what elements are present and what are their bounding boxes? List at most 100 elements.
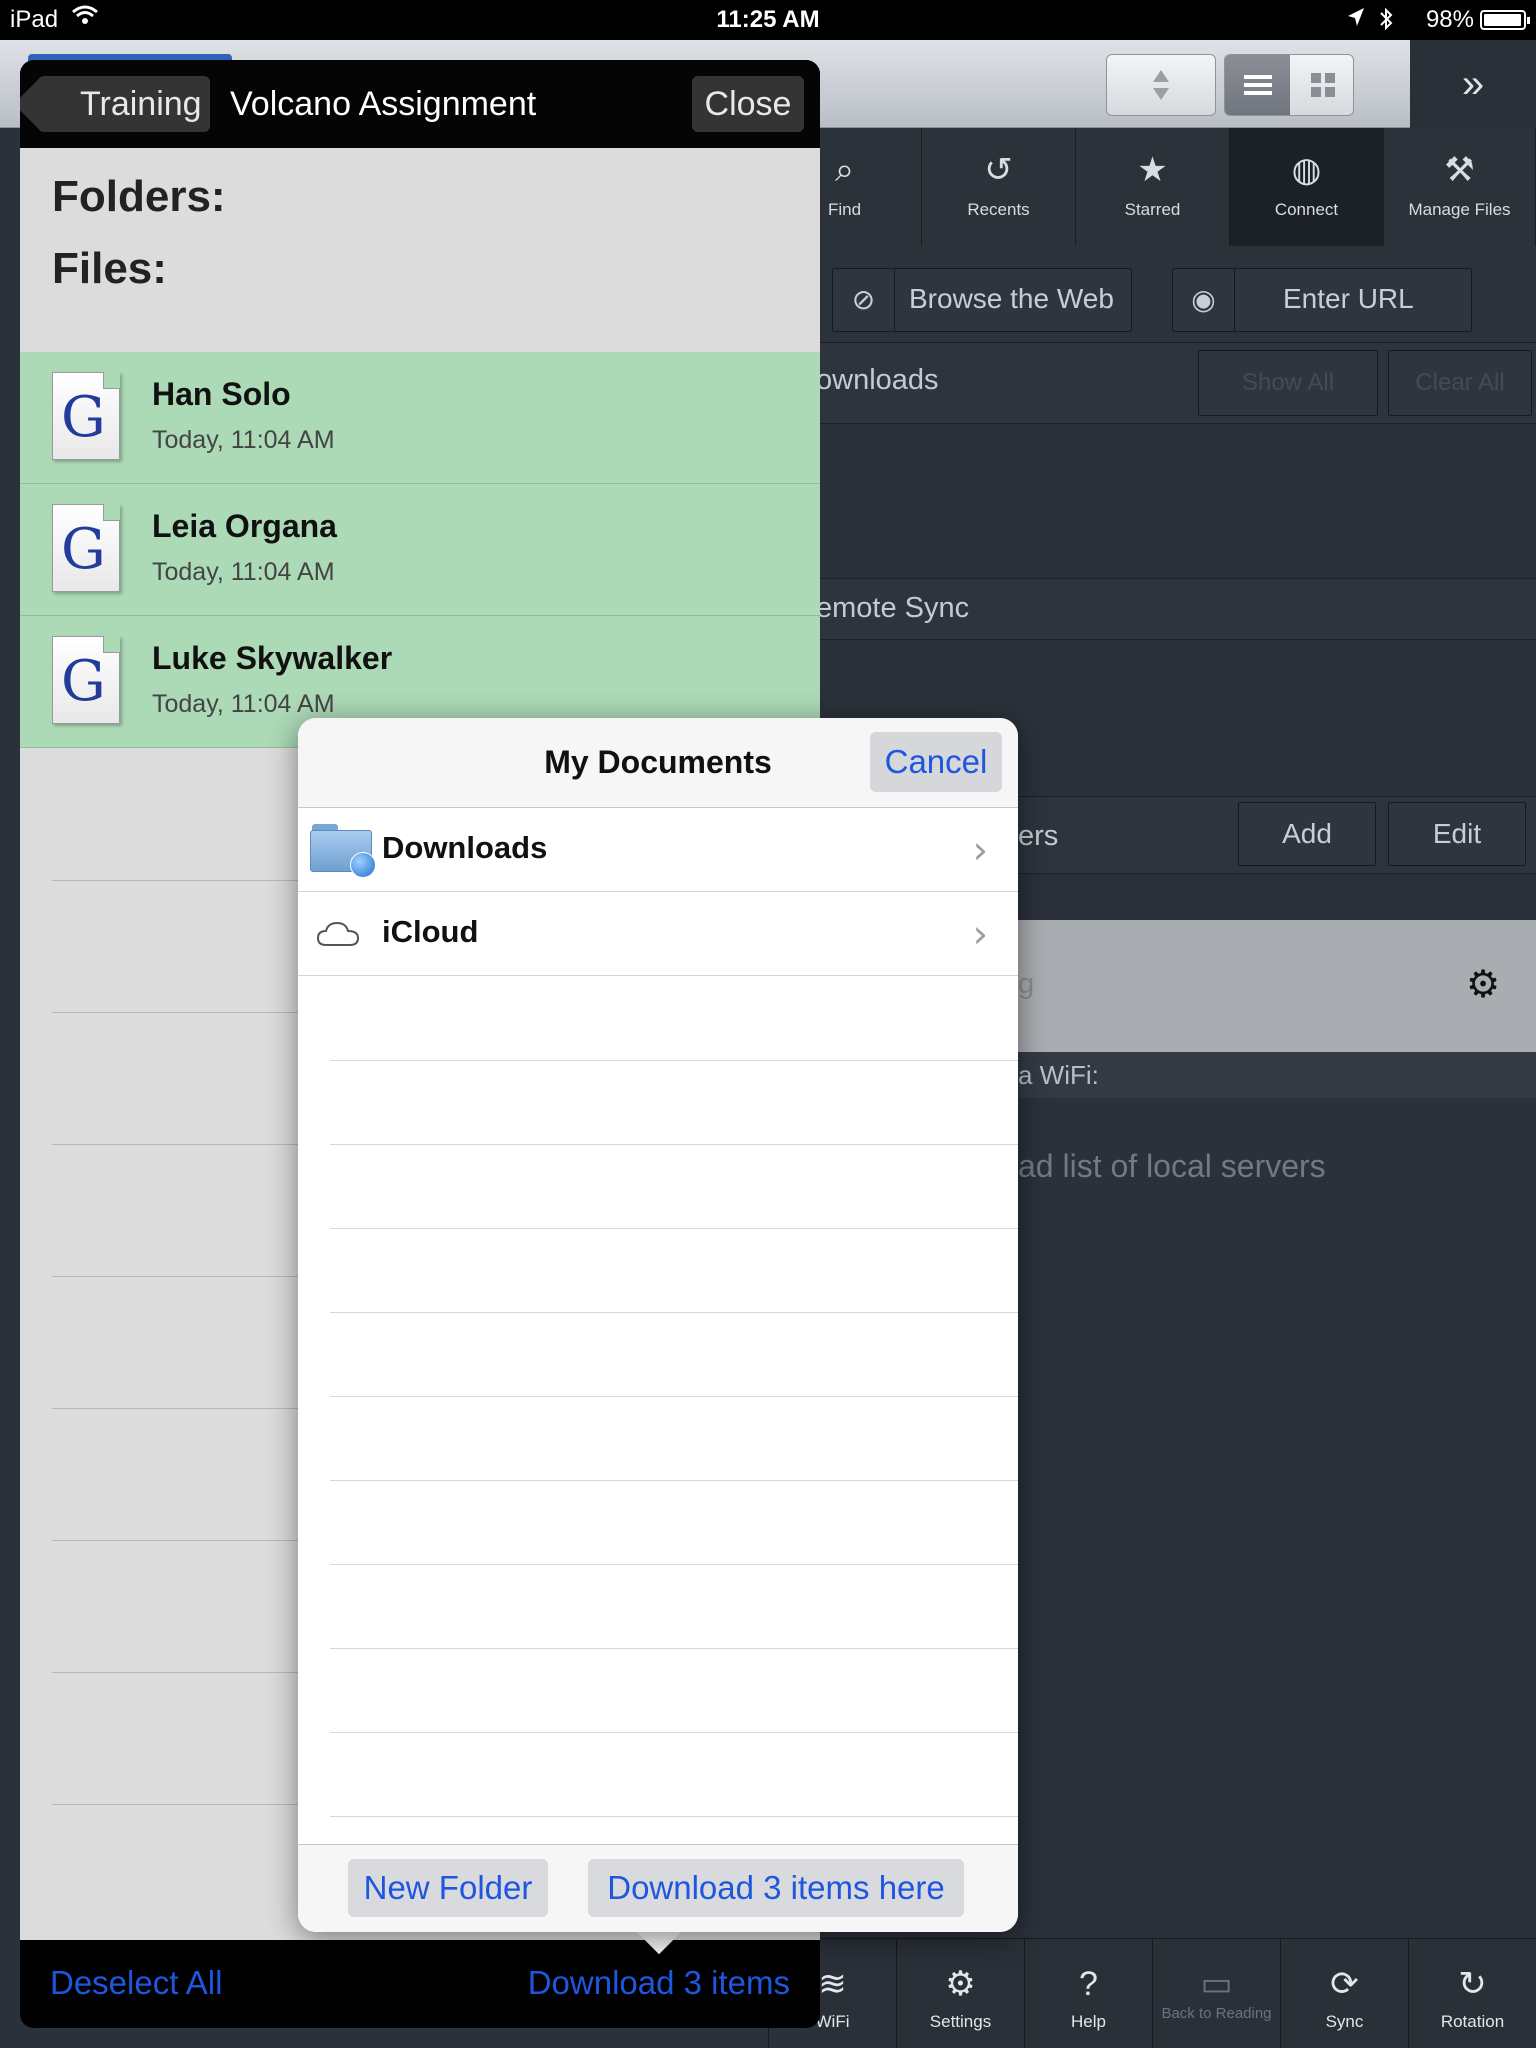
empty-row-divider [330, 1144, 1018, 1145]
download-items-button[interactable]: Download 3 items [528, 1964, 790, 2002]
popover-header: Training Volcano Assignment Close [20, 60, 820, 148]
google-doc-icon: G [52, 504, 120, 592]
folder-row-downloads[interactable]: Downloads › [298, 808, 1018, 892]
browse-web-button[interactable]: ⊘ Browse the Web [832, 268, 1132, 332]
wifi-header: a WiFi: [1018, 1060, 1099, 1090]
tab-label: Connect [1274, 200, 1339, 219]
folders-heading: Folders: [52, 172, 226, 221]
folder-row-label: iCloud [382, 914, 479, 949]
tab-starred[interactable]: ★ Starred [1076, 128, 1230, 246]
tab-connect[interactable]: ◍ Connect [1230, 128, 1384, 246]
toolbar-help[interactable]: ? Help [1024, 1938, 1152, 2048]
destination-picker-popover: My Documents Cancel Downloads › iCloud ›… [298, 718, 1018, 1932]
deselect-all-button[interactable]: Deselect All [50, 1964, 222, 2002]
toolbar-label: Rotation [1440, 2012, 1505, 2031]
toolbar-label: Settings [929, 2012, 992, 2031]
location-arrow-icon [1346, 6, 1366, 37]
tools-icon: ⚒ [1444, 151, 1475, 189]
file-date: Today, 11:04 AM [152, 426, 335, 454]
picker-footer: New Folder Download 3 items here [298, 1844, 1018, 1932]
clock-icon: ↺ [984, 151, 1013, 189]
download-here-button[interactable]: Download 3 items here [588, 1859, 964, 1917]
file-name: Leia Organa [152, 508, 337, 544]
empty-row-divider [330, 1060, 1018, 1061]
toolbar-back-to-reading[interactable]: ▭ Back to Reading [1152, 1938, 1280, 2048]
globe-icon: ◍ [1291, 151, 1322, 189]
toolbar-sync[interactable]: ⟳ Sync [1280, 1938, 1408, 2048]
enter-url-label: Enter URL [1283, 283, 1414, 314]
files-heading: Files: [52, 244, 167, 293]
view-mode-segmented-control[interactable] [1224, 54, 1354, 116]
file-name: Luke Skywalker [152, 640, 393, 676]
bluetooth-icon [1378, 6, 1394, 39]
empty-row-divider [330, 1228, 1018, 1229]
downloads-folder-icon [310, 824, 376, 878]
toolbar-label: Sync [1325, 2012, 1364, 2031]
toolbar-label: Back to Reading [1161, 2005, 1272, 2022]
empty-row-divider [330, 1732, 1018, 1733]
grey-row-text: g [1018, 968, 1035, 1000]
empty-row-divider [330, 1396, 1018, 1397]
enter-url-button[interactable]: ◉ Enter URL [1172, 268, 1472, 332]
tab-label: Recents [967, 200, 1030, 219]
tab-recents[interactable]: ↺ Recents [922, 128, 1076, 246]
clock: 11:25 AM [716, 6, 820, 33]
question-icon: ? [1079, 1965, 1098, 2003]
empty-row-divider [330, 1312, 1018, 1313]
doc-icon-letter: G [61, 517, 106, 582]
globe-pin-icon: ◉ [1173, 269, 1235, 331]
browse-web-label: Browse the Web [909, 283, 1114, 314]
google-doc-icon: G [52, 636, 120, 724]
cloud-icon [316, 920, 360, 953]
file-date: Today, 11:04 AM [152, 690, 335, 718]
empty-row-divider [330, 1564, 1018, 1565]
tab-label: Starred [1124, 200, 1181, 219]
sort-toggle-button[interactable] [1106, 54, 1216, 116]
local-servers-text: ad list of local servers [1018, 1148, 1326, 1184]
toolbar-rotation[interactable]: ↻ Rotation [1408, 1938, 1536, 2048]
sync-icon: ⟳ [1330, 1965, 1359, 2003]
clear-all-button[interactable]: Clear All [1388, 350, 1532, 416]
toolbar-settings[interactable]: ⚙ Settings [896, 1938, 1024, 2048]
battery-icon [1480, 10, 1530, 30]
book-icon: ▭ [1200, 1965, 1233, 2003]
star-icon: ★ [1137, 151, 1168, 189]
folder-row-label: Downloads [382, 830, 548, 865]
file-name: Han Solo [152, 376, 291, 412]
tab-manage-files[interactable]: ⚒ Manage Files [1384, 128, 1536, 246]
remote-sync-header: emote Sync [816, 592, 970, 624]
rotation-icon: ↻ [1458, 1965, 1487, 2003]
edit-servers-button[interactable]: Edit [1388, 802, 1526, 866]
show-all-button[interactable]: Show All [1198, 350, 1378, 416]
expand-chevrons-icon[interactable]: » [1410, 40, 1536, 128]
gear-icon: ⚙ [945, 1965, 976, 2003]
cancel-button[interactable]: Cancel [870, 732, 1002, 792]
popover-title: Volcano Assignment [230, 85, 537, 123]
google-doc-icon: G [52, 372, 120, 460]
folder-row-icloud[interactable]: iCloud › [298, 892, 1018, 976]
chevron-right-icon: › [972, 912, 988, 956]
file-row[interactable]: G Han Solo Today, 11:04 AM [20, 352, 820, 484]
add-server-button[interactable]: Add [1238, 802, 1376, 866]
list-view-icon[interactable] [1225, 55, 1290, 115]
compass-icon: ⊘ [833, 269, 895, 331]
empty-row-divider [330, 1648, 1018, 1649]
background-grey-row[interactable] [1018, 920, 1536, 1052]
toolbar-label: Help [1071, 2012, 1106, 2031]
gear-icon[interactable]: ⚙ [1466, 962, 1500, 1007]
battery-percent: 98% [1425, 6, 1474, 33]
new-folder-button[interactable]: New Folder [348, 1859, 548, 1917]
back-button[interactable]: Training [38, 76, 210, 132]
back-button-label: Training [80, 85, 202, 123]
popover-footer: Deselect All Download 3 items [20, 1940, 820, 2028]
doc-icon-letter: G [61, 649, 106, 714]
status-bar: iPad 11:25 AM 98% [0, 0, 1536, 40]
file-row[interactable]: G Leia Organa Today, 11:04 AM [20, 484, 820, 616]
file-date: Today, 11:04 AM [152, 558, 335, 586]
chevron-right-icon: › [972, 828, 988, 872]
close-button[interactable]: Close [692, 76, 804, 132]
empty-row-divider [330, 1816, 1018, 1817]
picker-header: My Documents Cancel [298, 718, 1018, 808]
empty-row-divider [330, 1480, 1018, 1481]
grid-view-icon[interactable] [1290, 55, 1353, 115]
